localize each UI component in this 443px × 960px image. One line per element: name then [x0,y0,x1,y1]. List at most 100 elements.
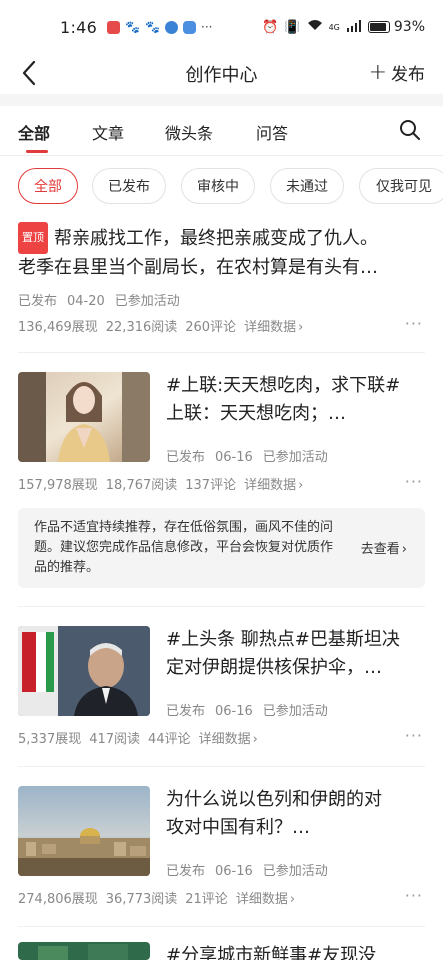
tab-micro-posts[interactable]: 微头条 [165,120,213,144]
header-divider [0,94,443,106]
reads-count: 18,767阅读 [105,478,178,493]
list-item[interactable]: #上头条 聊热点#巴基斯坦决 定对伊朗提供核保护伞，… 已发布 06-16 已参加活动… [18,626,425,756]
publish-date: 04-20 [67,294,105,309]
item-meta: 已发布 06-16 已参加活动 [166,446,338,465]
item-stats: 274,806展现 36,773阅读 21评论 详细数据 › [18,888,303,907]
vibrate-icon: 📳 [284,19,301,35]
status-time: 1:46 [60,17,98,37]
search-icon[interactable] [399,119,421,141]
divider [18,926,425,927]
comments-count: 44评论 [148,732,191,747]
item-stats: 136,469展现 22,316阅读 260评论 详细数据 › [18,316,311,335]
publish-status: 已发布 [166,864,206,879]
item-meta: 已发布 06-16 已参加活动 [166,700,338,719]
list-item[interactable]: 为什么说以色列和伊朗的对 攻对中国有利？… 已发布 06-16 已参加活动 274,8… [18,786,425,916]
item-meta: 已发布 06-16 已参加活动 [166,860,338,879]
activity-status: 已参加活动 [114,294,180,309]
more-notifications-icon: ··· [201,19,213,34]
reads-count: 417阅读 [89,732,141,747]
chevron-right-icon: › [401,542,407,557]
item-title[interactable]: 为什么说以色列和伊朗的对 攻对中国有利？… [166,786,426,842]
list-item[interactable]: #上联:天天想吃肉，求下联# 上联：天天想吃肉；… 已发布 06-16 已参加活动 1… [18,372,425,502]
chip-all[interactable]: 全部 [18,168,78,204]
active-tab-indicator [26,150,48,153]
item-title[interactable]: #上联:天天想吃肉，求下联# 上联：天天想吃肉；… [166,372,426,428]
notice-text: 作品不适宜持续推荐，存在低俗氛围，画风不佳的问题。建议您完成作品信息修改，平台会… [34,520,334,575]
chevron-right-icon: › [298,320,304,335]
more-options-icon[interactable]: ··· [405,472,423,491]
network-type: 4G [328,22,340,32]
item-title[interactable]: #上头条 聊热点#巴基斯坦决 定对伊朗提供核保护伞，… [166,626,426,682]
reads-count: 36,773阅读 [105,892,178,907]
more-options-icon[interactable]: ··· [405,886,423,905]
divider [18,606,425,607]
views-count: 5,337展现 [18,732,82,747]
detail-data-link[interactable]: 详细数据 › [244,316,303,335]
signal-icon [346,19,362,35]
content-tabs: 全部 文章 微头条 问答 [0,106,443,156]
detail-data-link[interactable]: 详细数据 › [199,728,258,747]
comments-count: 260评论 [185,320,237,335]
item-stats: 157,978展现 18,767阅读 137评论 详细数据 › [18,474,311,493]
publish-date: 06-16 [215,450,253,465]
tab-qa[interactable]: 问答 [256,120,288,144]
paw-icon-2: 🐾 [145,19,161,34]
alarm-icon: ⏰ [262,19,279,35]
item-thumbnail [18,626,150,716]
app-header: 创作中心 + 发布 [0,54,443,94]
chevron-right-icon: › [252,732,258,747]
activity-status: 已参加活动 [262,704,328,719]
comments-count: 137评论 [185,478,237,493]
view-notice-link[interactable]: 去查看 › [361,538,407,557]
battery: 93% [367,19,425,35]
item-thumbnail [18,942,150,960]
item-thumbnail [18,372,150,462]
tab-all[interactable]: 全部 [18,120,50,144]
status-filter-chips: 全部 已发布 审核中 未通过 仅我可见 [18,168,443,204]
publish-date: 06-16 [215,864,253,879]
recommendation-notice: 作品不适宜持续推荐，存在低俗氛围，画风不佳的问题。建议您完成作品信息修改，平台会… [18,508,425,588]
more-options-icon[interactable]: ··· [405,314,423,333]
views-count: 136,469展现 [18,320,98,335]
item-title[interactable]: #分享城市新鲜事#友现没 [166,942,425,960]
divider [18,766,425,767]
list-item[interactable]: 置顶 帮亲戚找工作，最终把亲戚变成了仇人。 老季在县里当个副局长，在农村算是有头有… [18,222,425,335]
plus-icon: + [368,59,387,85]
publish-label: 发布 [391,65,425,85]
publish-button[interactable]: + 发布 [369,60,425,85]
notification-icons: 🐾 🐾 ··· [107,19,213,34]
cloud-icon [183,20,197,34]
publish-status: 已发布 [18,294,58,309]
chip-rejected[interactable]: 未通过 [270,168,344,204]
chip-published[interactable]: 已发布 [92,168,166,204]
tab-articles[interactable]: 文章 [92,120,124,144]
browser-icon [165,20,179,34]
battery-percent: 93% [393,19,425,35]
comments-count: 21评论 [185,892,228,907]
views-count: 274,806展现 [18,892,98,907]
item-meta: 已发布 04-20 已参加活动 [18,290,190,309]
detail-data-link[interactable]: 详细数据 › [244,474,303,493]
reads-count: 22,316阅读 [105,320,178,335]
more-options-icon[interactable]: ··· [405,726,423,745]
activity-status: 已参加活动 [262,450,328,465]
chip-under-review[interactable]: 审核中 [181,168,255,204]
status-bar: 1:46 🐾 🐾 ··· ⏰ 📳 4G 93% [0,0,443,54]
battery-icon [367,21,390,33]
publish-status: 已发布 [166,704,206,719]
system-status: ⏰ 📳 4G 93% [262,19,425,35]
pinned-badge: 置顶 [18,222,48,254]
item-title[interactable]: 置顶 帮亲戚找工作，最终把亲戚变成了仇人。 老季在县里当个副局长，在农村算是有头有… [18,222,425,282]
publish-date: 06-16 [215,704,253,719]
app-notification-icon [107,20,121,34]
detail-data-link[interactable]: 详细数据 › [236,888,295,907]
wifi-icon [307,19,323,35]
chevron-right-icon: › [298,478,304,493]
list-item[interactable]: #分享城市新鲜事#友现没 [18,942,425,960]
paw-icon: 🐾 [125,19,141,34]
item-stats: 5,337展现 417阅读 44评论 详细数据 › [18,728,266,747]
chip-private[interactable]: 仅我可见 [359,168,443,204]
activity-status: 已参加活动 [262,864,328,879]
chevron-right-icon: › [289,892,296,907]
divider [18,352,425,353]
